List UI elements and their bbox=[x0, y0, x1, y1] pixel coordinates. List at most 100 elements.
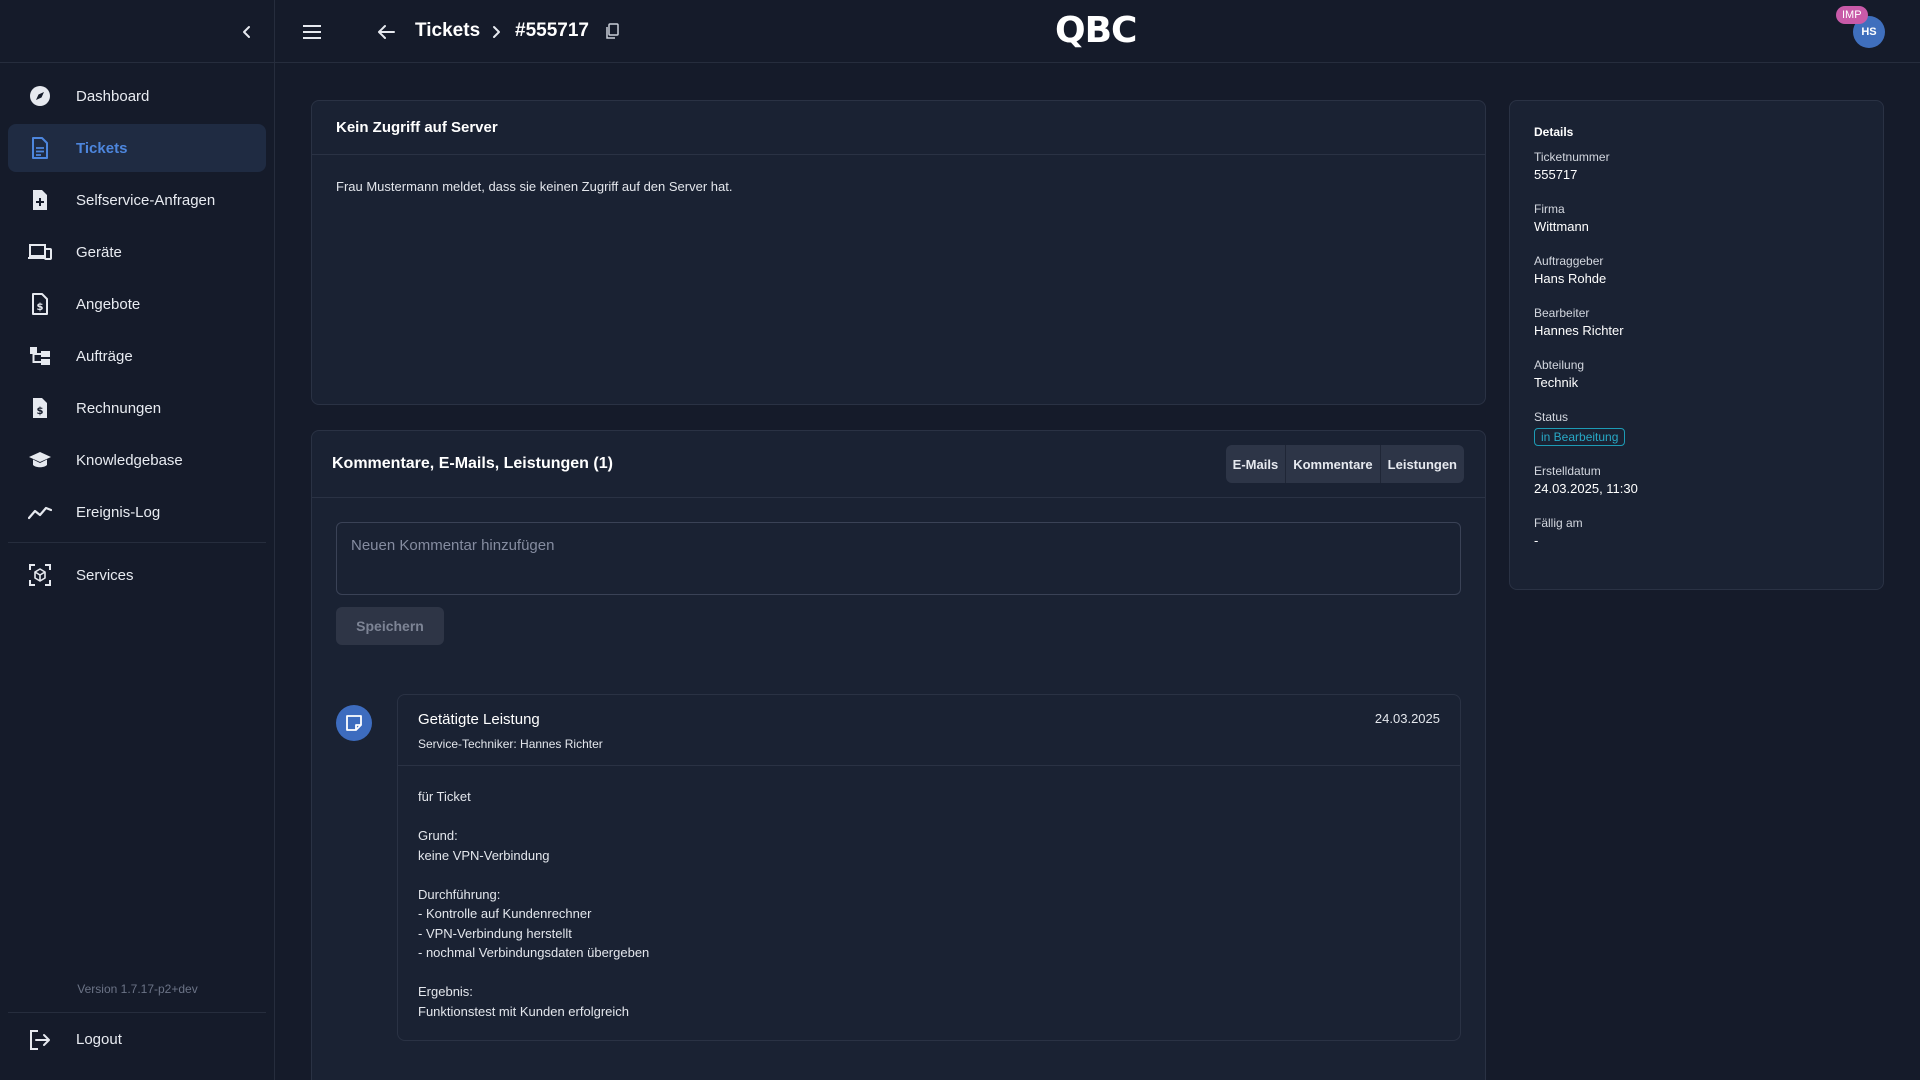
sidebar-divider bbox=[8, 1012, 266, 1013]
save-button[interactable]: Speichern bbox=[336, 607, 444, 645]
ticket-card-header: Kein Zugriff auf Server bbox=[312, 101, 1485, 155]
sticky-note-icon bbox=[336, 705, 372, 741]
app-logo: QBC bbox=[1055, 10, 1137, 51]
app-version: Version 1.7.17-p2+dev bbox=[77, 982, 198, 996]
detail-label: Status bbox=[1534, 410, 1569, 424]
entry-line bbox=[418, 807, 649, 827]
collapse-sidebar-button[interactable] bbox=[234, 19, 260, 45]
copy-icon bbox=[606, 23, 619, 39]
invoice-icon: $ bbox=[28, 396, 52, 420]
detail-ticketnummer: Ticketnummer 555717 bbox=[1534, 149, 1859, 184]
detail-faellig-am: Fällig am - bbox=[1534, 515, 1859, 550]
detail-bearbeiter: Bearbeiter Hannes Richter bbox=[1534, 305, 1859, 340]
sidebar-item-label: Rechnungen bbox=[76, 399, 162, 417]
new-comment-input[interactable]: Neuen Kommentar hinzufügen bbox=[336, 522, 1461, 595]
detail-value: - bbox=[1534, 533, 1539, 548]
sidebar-item-dashboard[interactable]: Dashboard bbox=[8, 72, 266, 120]
graduation-cap-icon bbox=[28, 448, 52, 472]
compass-icon bbox=[28, 84, 52, 108]
detail-value: 555717 bbox=[1534, 167, 1578, 182]
chevron-right-icon bbox=[487, 21, 507, 43]
document-plus-icon bbox=[28, 188, 52, 212]
sidebar-item-services[interactable]: Services bbox=[8, 551, 266, 599]
arrow-left-icon bbox=[378, 25, 395, 39]
hamburger-icon bbox=[303, 25, 321, 39]
topbar: Tickets #555717 QBC HS IMP bbox=[275, 0, 1920, 63]
copy-id-button[interactable] bbox=[603, 22, 621, 40]
activity-entry-subtitle: Service-Techniker: Hannes Richter bbox=[418, 737, 603, 751]
sidebar-item-ereignis-log[interactable]: Ereignis-Log bbox=[8, 488, 266, 536]
svg-text:$: $ bbox=[37, 406, 44, 417]
detail-firma: Firma Wittmann bbox=[1534, 201, 1859, 236]
detail-auftraggeber: Auftraggeber Hans Rohde bbox=[1534, 253, 1859, 288]
sidebar-item-label: Tickets bbox=[76, 139, 128, 157]
entry-line: keine VPN-Verbindung bbox=[418, 847, 550, 863]
document-icon bbox=[28, 136, 52, 160]
ticket-card: Kein Zugriff auf Server Frau Mustermann … bbox=[311, 100, 1486, 405]
details-card: Details Ticketnummer 555717 Firma Wittma… bbox=[1509, 100, 1884, 590]
detail-value: 24.03.2025, 11:30 bbox=[1534, 481, 1638, 496]
breadcrumb-ticket-id: #555717 bbox=[515, 20, 589, 41]
sidebar-item-auftraege[interactable]: Aufträge bbox=[8, 332, 266, 380]
entry-line bbox=[418, 865, 649, 885]
menu-button[interactable] bbox=[299, 19, 325, 45]
sidebar-item-label: Geräte bbox=[76, 243, 122, 261]
sidebar-item-selfservice[interactable]: Selfservice-Anfragen bbox=[8, 176, 266, 224]
activity-entry-title: Getätigte Leistung bbox=[418, 711, 540, 728]
detail-erstelldatum: Erstelldatum 24.03.2025, 11:30 bbox=[1534, 463, 1859, 498]
comments-title: Kommentare, E-Mails, Leistungen (1) bbox=[332, 455, 613, 472]
filter-leistungen[interactable]: Leistungen bbox=[1381, 445, 1464, 483]
impersonation-badge: IMP bbox=[1836, 6, 1868, 24]
sidebar-nav: Dashboard Tickets Selfservice-Anfragen G… bbox=[0, 63, 274, 599]
sidebar: Dashboard Tickets Selfservice-Anfragen G… bbox=[0, 0, 275, 1080]
entry-line: Funktionstest mit Kunden erfolgreich bbox=[418, 1003, 629, 1019]
sidebar-item-label: Ereignis-Log bbox=[76, 503, 161, 521]
activity-entry-header: Getätigte Leistung Service-Techniker: Ha… bbox=[398, 695, 1460, 766]
detail-label: Firma bbox=[1534, 202, 1565, 216]
detail-label: Abteilung bbox=[1534, 358, 1585, 372]
chevron-left-icon bbox=[243, 26, 250, 38]
detail-label: Ticketnummer bbox=[1534, 150, 1610, 164]
detail-abteilung: Abteilung Technik bbox=[1534, 357, 1859, 392]
filter-kommentare[interactable]: Kommentare bbox=[1286, 445, 1381, 483]
sidebar-item-geraete[interactable]: Geräte bbox=[8, 228, 266, 276]
back-button[interactable] bbox=[373, 19, 399, 45]
activity-entry: Getätigte Leistung Service-Techniker: Ha… bbox=[397, 694, 1461, 1041]
activity-entry-body: für Ticket Grund: keine VPN-Verbindung D… bbox=[418, 787, 649, 1021]
sidebar-item-knowledgebase[interactable]: Knowledgebase bbox=[8, 436, 266, 484]
sidebar-item-rechnungen[interactable]: $ Rechnungen bbox=[8, 384, 266, 432]
sidebar-item-tickets[interactable]: Tickets bbox=[8, 124, 266, 172]
trend-line-icon bbox=[28, 500, 52, 524]
entry-line: Grund: bbox=[418, 828, 458, 843]
logout-button[interactable]: Logout bbox=[8, 1016, 266, 1064]
sidebar-divider bbox=[8, 542, 266, 543]
breadcrumb-tickets[interactable]: Tickets bbox=[415, 20, 480, 42]
ticket-description: Frau Mustermann meldet, dass sie keinen … bbox=[336, 179, 733, 194]
sidebar-item-label: Selfservice-Anfragen bbox=[76, 191, 216, 209]
ticket-title: Kein Zugriff auf Server bbox=[336, 119, 498, 136]
sidebar-item-label: Services bbox=[76, 566, 134, 584]
detail-label: Fällig am bbox=[1534, 516, 1583, 530]
sidebar-item-label: Knowledgebase bbox=[76, 451, 183, 469]
sidebar-item-angebote[interactable]: $ Angebote bbox=[8, 280, 266, 328]
entry-line: Ergebnis: bbox=[418, 984, 473, 999]
detail-label: Bearbeiter bbox=[1534, 306, 1590, 320]
detail-label: Auftraggeber bbox=[1534, 254, 1604, 268]
svg-text:$: $ bbox=[37, 302, 44, 313]
entry-line: - Kontrolle auf Kundenrechner bbox=[418, 906, 592, 921]
status-badge: in Bearbeitung bbox=[1534, 428, 1626, 446]
document-dollar-icon: $ bbox=[28, 292, 52, 316]
detail-label: Erstelldatum bbox=[1534, 464, 1601, 478]
entry-line: für Ticket bbox=[418, 789, 471, 804]
entry-line: - VPN-Verbindung herstellt bbox=[418, 925, 572, 941]
logout-icon bbox=[28, 1028, 52, 1052]
comments-filter-group: E-Mails Kommentare Leistungen bbox=[1225, 445, 1464, 483]
activity-entry-date: 24.03.2025 bbox=[1374, 711, 1440, 726]
entry-line: Durchführung: bbox=[418, 886, 501, 902]
sidebar-item-label: Angebote bbox=[76, 295, 141, 313]
detail-value: Technik bbox=[1534, 375, 1579, 390]
sidebar-header bbox=[0, 0, 274, 63]
filter-emails[interactable]: E-Mails bbox=[1226, 445, 1287, 483]
detail-value: Wittmann bbox=[1534, 219, 1589, 234]
devices-icon bbox=[28, 240, 52, 264]
